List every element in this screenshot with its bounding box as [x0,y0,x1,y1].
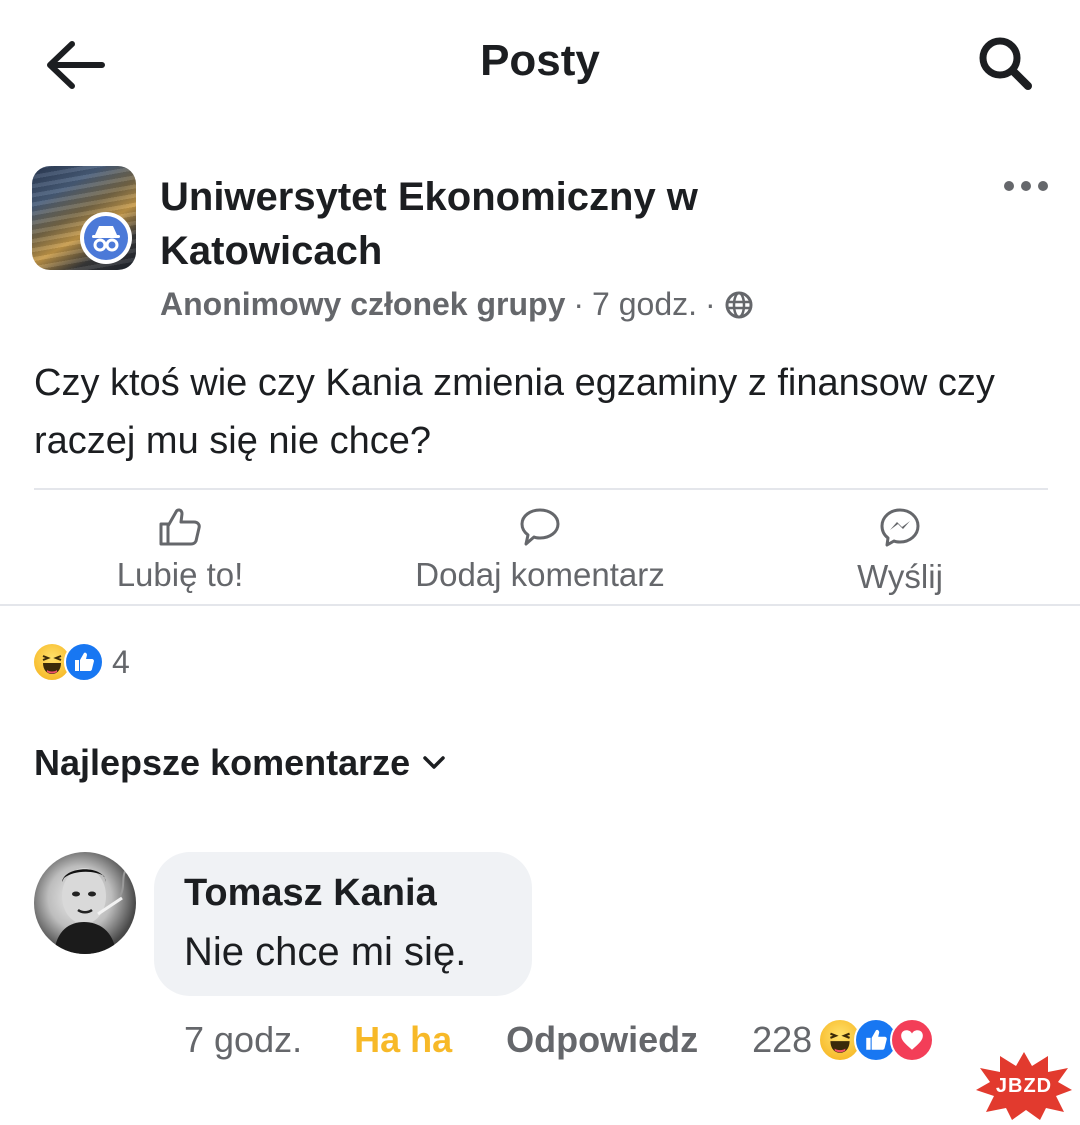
search-button[interactable] [966,28,1044,98]
post-author: Anonimowy członek grupy [160,286,566,322]
love-reaction-icon [890,1018,935,1062]
search-icon [979,37,1032,90]
reply-button[interactable]: Odpowiedz [506,1019,698,1061]
post-text: Czy ktoś wie czy Kania zmienia egzaminy … [34,362,995,462]
group-name[interactable]: Uniwersytet Ekonomiczny w Katowicach [160,170,880,278]
messenger-icon [880,508,920,547]
comments-sort-label: Najlepsze komentarze [34,742,411,783]
like-label: Lubię to! [116,556,244,593]
divider [34,488,1048,490]
comments-sort-dropdown[interactable]: Najlepsze komentarze [34,742,446,784]
send-label: Wyślij [857,558,943,595]
divider [0,604,1080,606]
comment-reactions[interactable] [818,1018,935,1062]
thumbs-up-icon [159,508,201,546]
comment-text: Nie chce mi się. [184,930,467,974]
reaction-count: 4 [112,643,130,680]
like-reaction-icon [64,642,104,682]
anonymous-badge [80,212,132,264]
comment-time[interactable]: 7 godz. [184,1019,302,1061]
comment-label: Dodaj komentarz [415,556,665,593]
comment-icon [520,508,560,546]
reactions-summary[interactable]: 4 [32,640,130,684]
meta-separator: · [705,286,716,322]
comment-actions: 7 godz. Ha ha Odpowiedz 228 [184,1014,935,1066]
more-options-button[interactable] [996,166,1056,206]
comment-author[interactable]: Tomasz Kania [184,872,437,915]
more-horizontal-icon [1004,181,1048,191]
add-comment-button[interactable]: Dodaj komentarz [370,506,710,602]
watermark-text: JBZD [995,1074,1053,1097]
comment-reaction-count[interactable]: 228 [752,1019,812,1061]
post-meta: Anonimowy członek grupy · 7 godz. · [160,286,754,323]
watermark-logo: JBZD [974,1050,1074,1122]
globe-icon [725,291,753,318]
comment-reaction-button[interactable]: Ha ha [354,1019,452,1061]
send-button[interactable]: Wyślij [800,506,1000,602]
post-time[interactable]: 7 godz. [592,286,697,323]
commenter-avatar[interactable] [34,852,136,954]
incognito-icon [92,226,120,252]
chevron-down-icon [422,755,446,771]
page-title: Posty [480,36,600,85]
like-button[interactable]: Lubię to! [80,506,280,602]
meta-separator: · [573,286,585,322]
